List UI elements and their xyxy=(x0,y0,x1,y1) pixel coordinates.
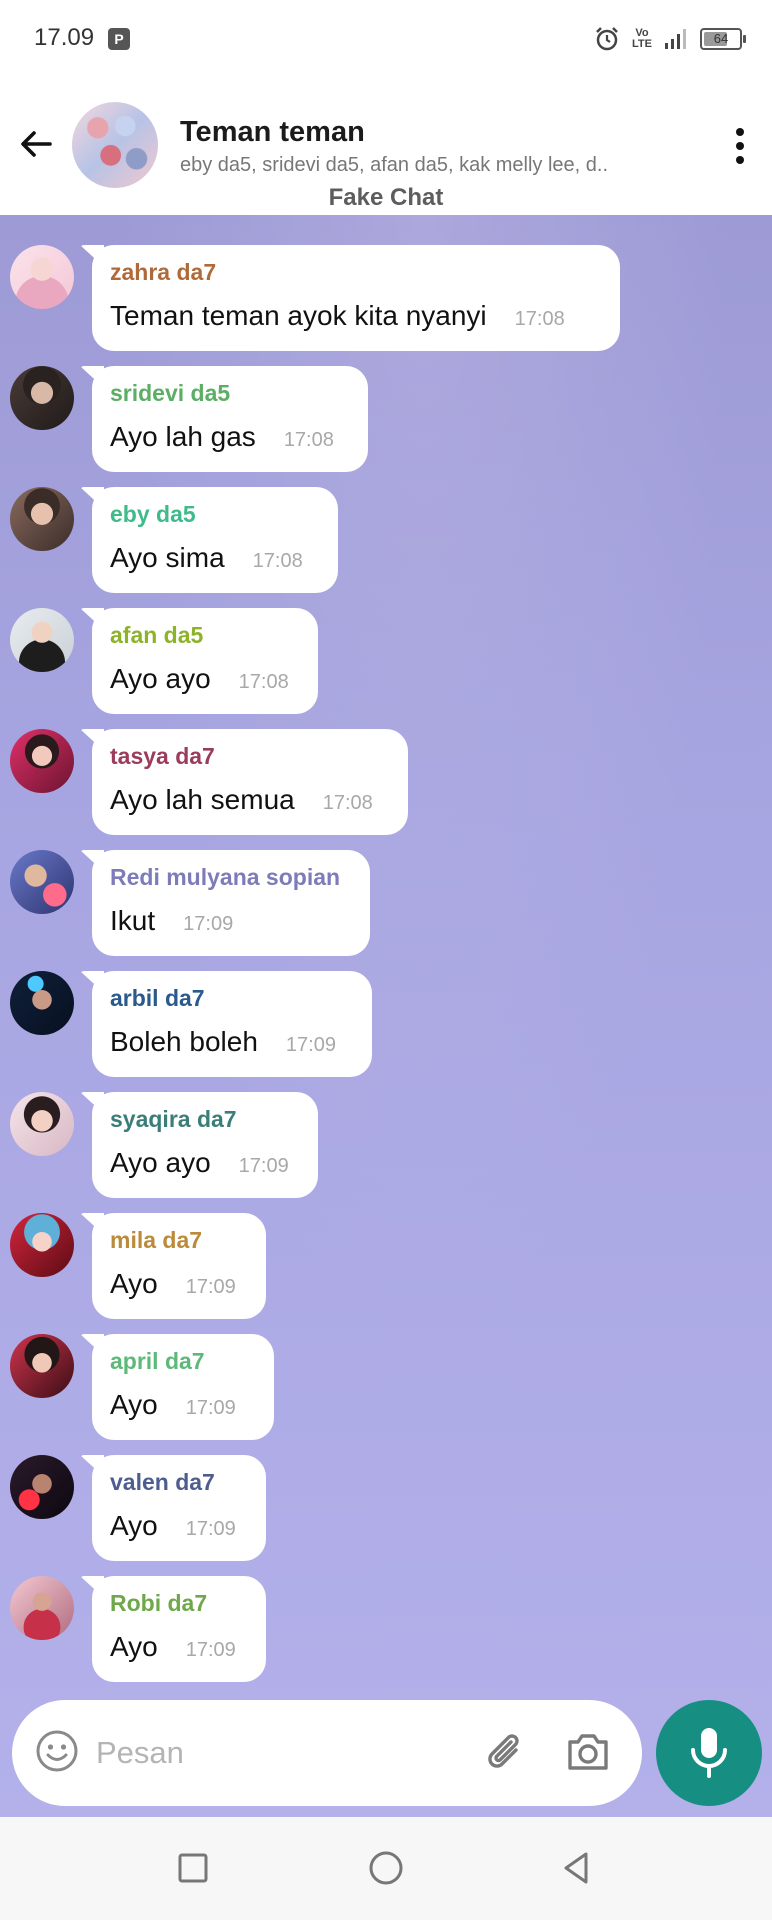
avatar[interactable] xyxy=(10,608,74,672)
message-bubble[interactable]: tasya da7 Ayo lah semua 17:08 xyxy=(92,729,408,835)
sender-name: afan da5 xyxy=(110,622,204,648)
avatar[interactable] xyxy=(10,850,74,914)
avatar[interactable] xyxy=(10,1334,74,1398)
message-text: Ayo xyxy=(110,1268,158,1299)
group-avatar[interactable] xyxy=(72,102,158,188)
message-bubble[interactable]: april da7 Ayo 17:09 xyxy=(92,1334,274,1440)
message-row: eby da5 Ayo sima 17:08 xyxy=(0,487,772,597)
chat-members[interactable]: eby da5, sridevi da5, afan da5, kak mell… xyxy=(180,154,608,177)
avatar[interactable] xyxy=(10,729,74,793)
message-text: Ayo xyxy=(110,1631,158,1662)
avatar[interactable] xyxy=(10,487,74,551)
sender-name: april da7 xyxy=(110,1348,205,1374)
message-row: zahra da7 Teman teman ayok kita nyanyi 17… xyxy=(0,245,772,355)
message-text: Ikut xyxy=(110,905,156,936)
message-text: Ayo lah gas xyxy=(110,421,256,452)
square-icon[interactable] xyxy=(172,1847,214,1889)
message-bubble[interactable]: arbil da7 Boleh boleh 17:09 xyxy=(92,971,372,1077)
avatar[interactable] xyxy=(10,971,74,1035)
sender-name: tasya da7 xyxy=(110,743,215,769)
chat-area[interactable]: zahra da7 Teman teman ayok kita nyanyi 17… xyxy=(0,215,772,1817)
volte-icon: Vo LTE xyxy=(632,27,652,50)
message-text: Ayo xyxy=(110,1510,158,1541)
avatar[interactable] xyxy=(10,245,74,309)
message-row: april da7 Ayo 17:09 xyxy=(0,1334,772,1444)
chat-title[interactable]: Teman teman xyxy=(180,116,365,149)
message-bubble[interactable]: valen da7 Ayo 17:09 xyxy=(92,1455,266,1561)
status-bar: 17.09 P Vo LTE 64 xyxy=(0,0,772,80)
emoji-icon[interactable] xyxy=(34,1728,80,1774)
message-text: Ayo sima xyxy=(110,542,225,573)
battery-icon: 64 xyxy=(700,28,746,50)
avatar[interactable] xyxy=(10,1092,74,1156)
chat-header: Teman teman eby da5, sridevi da5, afan d… xyxy=(0,80,772,215)
message-bubble[interactable]: sridevi da5 Ayo lah gas 17:08 xyxy=(92,366,368,472)
message-text: Ayo ayo xyxy=(110,663,211,694)
message-time: 17:09 xyxy=(238,1155,289,1177)
sender-name: Robi da7 xyxy=(110,1590,208,1616)
message-row: Robi da7 Ayo 17:09 xyxy=(0,1576,772,1686)
status-time: 17.09 xyxy=(34,24,95,51)
sender-name: Redi mulyana sopian xyxy=(110,864,341,890)
message-time: 17:08 xyxy=(514,308,565,330)
message-bubble[interactable]: syaqira da7 Ayo ayo 17:09 xyxy=(92,1092,318,1198)
triangle-back-icon[interactable] xyxy=(556,1847,598,1889)
signal-icon xyxy=(665,29,686,49)
microphone-icon xyxy=(691,1728,727,1778)
system-nav-bar xyxy=(0,1817,772,1920)
arrow-left-icon[interactable] xyxy=(14,122,58,166)
message-row: arbil da7 Boleh boleh 17:09 xyxy=(0,971,772,1081)
message-bubble[interactable]: Redi mulyana sopian Ikut 17:09 xyxy=(92,850,370,956)
message-time: 17:09 xyxy=(183,913,234,935)
message-row: mila da7 Ayo 17:09 xyxy=(0,1213,772,1323)
message-time: 17:09 xyxy=(185,1518,236,1540)
message-time: 17:09 xyxy=(285,1034,336,1056)
sender-name: mila da7 xyxy=(110,1227,203,1253)
camera-icon[interactable] xyxy=(564,1730,612,1774)
message-composer xyxy=(12,1700,642,1806)
message-time: 17:08 xyxy=(322,792,373,814)
message-time: 17:08 xyxy=(252,550,303,572)
message-text: Ayo xyxy=(110,1389,158,1420)
avatar[interactable] xyxy=(10,1455,74,1519)
message-bubble[interactable]: eby da5 Ayo sima 17:08 xyxy=(92,487,338,593)
message-bubble[interactable]: afan da5 Ayo ayo 17:08 xyxy=(92,608,318,714)
message-bubble[interactable]: zahra da7 Teman teman ayok kita nyanyi 17… xyxy=(92,245,620,351)
message-text: Boleh boleh xyxy=(110,1026,258,1057)
message-row: syaqira da7 Ayo ayo 17:09 xyxy=(0,1092,772,1202)
sender-name: eby da5 xyxy=(110,501,196,527)
message-text: Ayo ayo xyxy=(110,1147,211,1178)
avatar[interactable] xyxy=(10,1576,74,1640)
message-time: 17:09 xyxy=(185,1276,236,1298)
message-time: 17:08 xyxy=(238,671,289,693)
sender-name: syaqira da7 xyxy=(110,1106,237,1132)
message-time: 17:08 xyxy=(283,429,334,451)
alarm-icon xyxy=(596,27,618,51)
message-time: 17:09 xyxy=(185,1397,236,1419)
avatar[interactable] xyxy=(10,1213,74,1277)
paperclip-icon[interactable] xyxy=(482,1728,530,1776)
message-text: Ayo lah semua xyxy=(110,784,295,815)
sender-name: valen da7 xyxy=(110,1469,215,1495)
sender-name: arbil da7 xyxy=(110,985,205,1011)
message-input[interactable] xyxy=(94,1726,478,1780)
sender-name: zahra da7 xyxy=(110,259,217,285)
microphone-button[interactable] xyxy=(656,1700,762,1806)
more-vertical-icon[interactable] xyxy=(730,124,750,168)
message-bubble[interactable]: Robi da7 Ayo 17:09 xyxy=(92,1576,266,1682)
status-icons: Vo LTE 64 xyxy=(594,22,746,56)
circle-icon[interactable] xyxy=(365,1847,407,1889)
notification-icon: P xyxy=(108,28,130,50)
message-row: Redi mulyana sopian Ikut 17:09 xyxy=(0,850,772,960)
message-time: 17:09 xyxy=(185,1639,236,1661)
sender-name: sridevi da5 xyxy=(110,380,231,406)
message-row: valen da7 Ayo 17:09 xyxy=(0,1455,772,1565)
message-row: tasya da7 Ayo lah semua 17:08 xyxy=(0,729,772,839)
message-text: Teman teman ayok kita nyanyi xyxy=(110,300,487,331)
avatar[interactable] xyxy=(10,366,74,430)
message-row: afan da5 Ayo ayo 17:08 xyxy=(0,608,772,718)
message-bubble[interactable]: mila da7 Ayo 17:09 xyxy=(92,1213,266,1319)
watermark-text: Fake Chat xyxy=(328,184,444,211)
message-row: sridevi da5 Ayo lah gas 17:08 xyxy=(0,366,772,476)
